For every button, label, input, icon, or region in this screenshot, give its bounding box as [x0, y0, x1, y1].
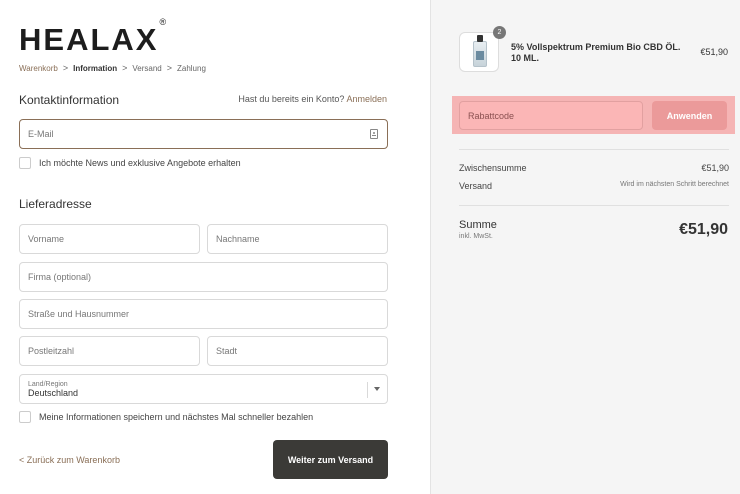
apply-discount-button[interactable]: Anwenden	[652, 101, 727, 130]
login-hint: Hast du bereits ein Konto? Anmelden	[238, 94, 387, 104]
subtotal-label: Zwischensumme	[459, 163, 527, 173]
discount-placeholder: Rabattcode	[468, 110, 515, 121]
country-select[interactable]: Land/Region Deutschland	[19, 374, 388, 404]
checkout-form-panel: HEALAX® Warenkorb > Information > Versan…	[0, 0, 430, 494]
discount-code-field[interactable]: Rabattcode	[459, 101, 643, 130]
breadcrumb-chevron-icon: >	[122, 63, 128, 73]
last-name-field[interactable]: Nachname	[207, 224, 388, 254]
summary-divider	[459, 149, 729, 150]
breadcrumb-shipping: Versand	[132, 63, 162, 73]
breadcrumb-cart[interactable]: Warenkorb	[19, 64, 58, 73]
cbd-bottle-icon	[473, 35, 487, 67]
company-field[interactable]: Firma (optional)	[19, 262, 388, 292]
country-label: Land/Region	[28, 380, 68, 388]
first-name-placeholder: Vorname	[28, 234, 65, 244]
newsletter-option: Ich möchte News und exklusive Angebote e…	[19, 157, 241, 169]
back-to-cart-link[interactable]: < Zurück zum Warenkorb	[19, 455, 120, 465]
chevron-down-icon	[374, 387, 380, 391]
product-thumbnail	[459, 32, 499, 72]
street-field[interactable]: Straße und Hausnummer	[19, 299, 388, 329]
total-tax-note: inkl. MwSt.	[459, 233, 493, 240]
breadcrumb: Warenkorb > Information > Versand > Zahl…	[19, 63, 206, 73]
newsletter-label: Ich möchte News und exklusive Angebote e…	[39, 158, 241, 168]
contact-card-icon	[370, 129, 378, 139]
subtotal-value: €51,90	[701, 163, 729, 173]
shipping-row: Versand Wird im nächsten Schritt berechn…	[459, 181, 729, 191]
save-info-label: Meine Informationen speichern und nächst…	[39, 412, 314, 422]
shipping-cost-value: Wird im nächsten Schritt berechnet	[620, 181, 729, 188]
contact-section-title: Kontaktinformation	[19, 93, 120, 107]
street-placeholder: Straße und Hausnummer	[28, 309, 130, 319]
total-label: Summe	[459, 219, 497, 231]
country-value: Deutschland	[28, 387, 79, 398]
total-value: €51,90	[679, 221, 728, 238]
breadcrumb-chevron-icon: >	[166, 63, 172, 73]
city-placeholder: Stadt	[216, 346, 238, 356]
city-field[interactable]: Stadt	[207, 336, 388, 366]
brand-logo[interactable]: HEALAX®	[19, 17, 166, 58]
quantity-badge: 2	[493, 26, 506, 39]
zip-placeholder: Postleitzahl	[28, 346, 75, 356]
first-name-field[interactable]: Vorname	[19, 224, 200, 254]
breadcrumb-chevron-icon: >	[62, 63, 69, 73]
company-placeholder: Firma (optional)	[28, 272, 92, 282]
product-price: €51,90	[700, 47, 728, 57]
breadcrumb-payment: Zahlung	[176, 63, 206, 73]
breadcrumb-information: Information	[73, 63, 118, 73]
login-prompt: Hast du bereits ein Konto?	[238, 94, 345, 104]
continue-to-shipping-button[interactable]: Weiter zum Versand	[273, 440, 388, 479]
subtotal-row: Zwischensumme €51,90	[459, 163, 729, 173]
select-divider	[367, 382, 368, 398]
email-field[interactable]: E-Mail	[19, 119, 388, 149]
email-placeholder: E-Mail	[28, 129, 54, 139]
shipping-cost-label: Versand	[459, 181, 493, 191]
shipping-section-title: Lieferadresse	[19, 197, 92, 211]
zip-field[interactable]: Postleitzahl	[19, 336, 200, 366]
login-link[interactable]: Anmelden	[346, 94, 387, 104]
save-info-checkbox[interactable]	[19, 411, 31, 423]
last-name-placeholder: Nachname	[216, 234, 260, 244]
save-info-option: Meine Informationen speichern und nächst…	[19, 411, 313, 423]
discount-highlight: Rabattcode Anwenden	[452, 96, 735, 134]
summary-divider	[459, 205, 729, 206]
product-name: 5% Vollspektrum Premium Bio CBD ÖL. 10 M…	[511, 42, 681, 63]
order-summary-panel: 2 5% Vollspektrum Premium Bio CBD ÖL. 10…	[430, 0, 740, 494]
newsletter-checkbox[interactable]	[19, 157, 31, 169]
